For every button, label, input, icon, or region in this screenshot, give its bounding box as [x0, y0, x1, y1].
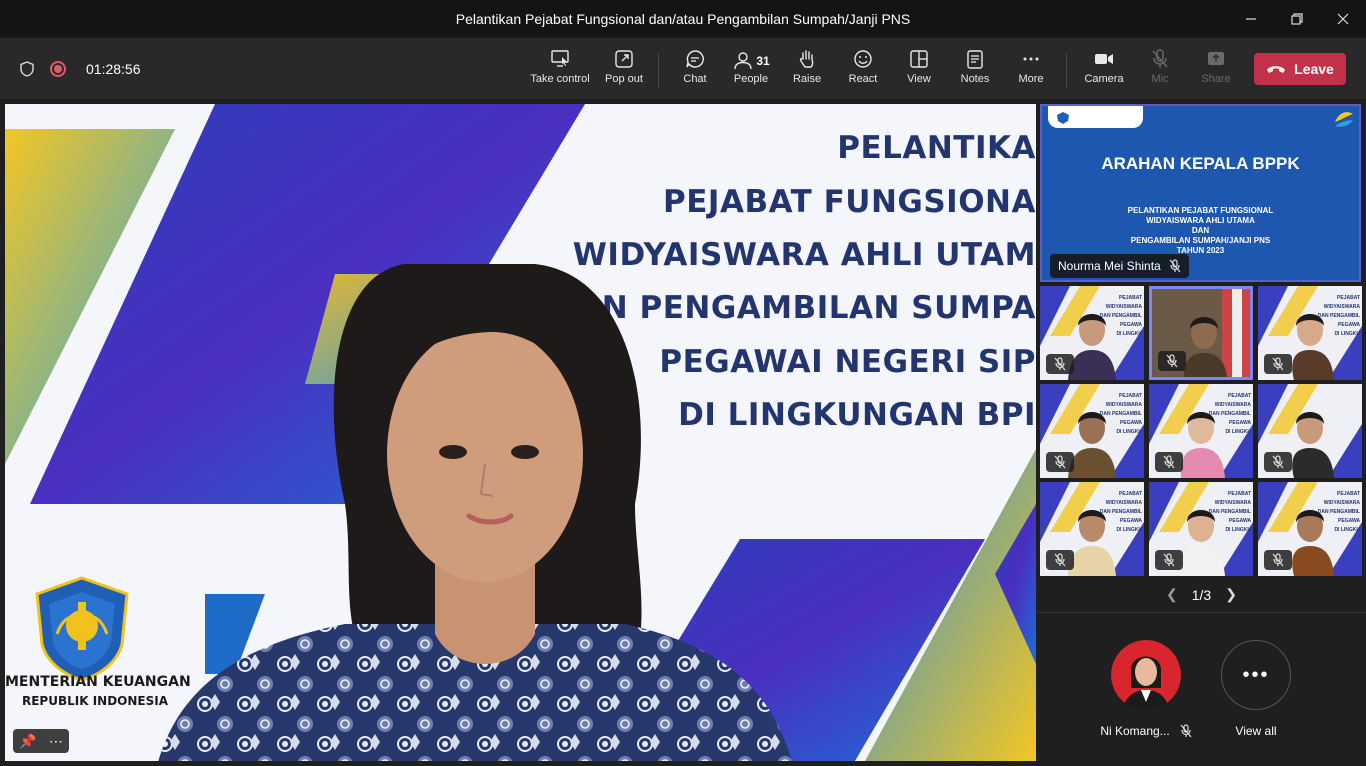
tile-slide-text: PEJABAT WIDYAISWARA DAN PENGAMBIL PEGAWA DI … [1099, 393, 1142, 435]
more-icon[interactable]: ••• [1221, 640, 1291, 710]
chevron-left-icon[interactable]: ❮ [1166, 586, 1178, 603]
mic-off-icon [1158, 351, 1186, 371]
main-video-stage[interactable]: PELANTIKA PEJABAT FUNGSIONA WIDYAISWARA … [5, 104, 1036, 761]
mic-off-icon [1264, 452, 1292, 472]
participant-video-tile[interactable]: PEJABAT WIDYAISWARA DAN PENGAMBIL PEGAWA DI … [1258, 286, 1362, 380]
kemenkeu-emblem [35, 576, 129, 682]
view-button[interactable]: View [891, 48, 947, 94]
mic-off-icon [1180, 724, 1192, 738]
minimize-icon[interactable] [1228, 0, 1274, 38]
hang-up-icon [1267, 66, 1286, 73]
window-controls [1228, 0, 1366, 38]
close-icon[interactable] [1320, 0, 1366, 38]
avatar [1111, 640, 1181, 710]
video-options-pill[interactable]: 📌 ⋯ [13, 729, 69, 753]
shared-content-tile[interactable]: ARAHAN KEPALA BPPK PELANTIKAN PEJABAT FU… [1040, 104, 1361, 282]
participant-video-tile[interactable]: PEJABAT WIDYAISWARA DAN PENGAMBIL PEGAWA DI … [1149, 384, 1253, 478]
shield-icon[interactable] [18, 60, 36, 78]
raise-hand-icon [799, 50, 814, 68]
react-button[interactable]: React [835, 48, 891, 94]
pop-out-icon [615, 50, 633, 68]
participant-video-tile[interactable]: PEJABAT WIDYAISWARA DAN PENGAMBIL PEGAWA DI … [1149, 482, 1253, 576]
grid-view-icon [910, 50, 928, 68]
rail-divider [1036, 612, 1366, 613]
device-controls: Camera Mic Share [1076, 48, 1244, 94]
view-all-card[interactable]: ••• View all [1201, 640, 1311, 738]
mic-off-icon [1264, 550, 1292, 570]
meeting-timer: 01:28:56 [86, 61, 141, 77]
pin-icon[interactable]: 📌 [19, 733, 36, 750]
tile-slide-text: PEJABAT WIDYAISWARA DAN PENGAMBIL PEGAWA DI … [1099, 295, 1142, 337]
participant-grid: PEJABAT WIDYAISWARA DAN PENGAMBIL PEGAWA DI … [1040, 286, 1362, 576]
title-bar: Pelantikan Pejabat Fungsional dan/atau P… [0, 0, 1366, 38]
share-icon [1208, 52, 1224, 65]
participant-video [158, 264, 792, 761]
mic-off-icon [1264, 354, 1292, 374]
participant-rail: ARAHAN KEPALA BPPK PELANTIKAN PEJABAT FU… [1036, 100, 1366, 766]
tile-slide-text: PEJABAT WIDYAISWARA DAN PENGAMBIL PEGAWA DI … [1317, 491, 1360, 533]
participant-avatar-card[interactable]: Ni Komang... [1091, 640, 1201, 738]
people-icon [734, 51, 753, 69]
tile-slide-text: PEJABAT WIDYAISWARA DAN PENGAMBIL PEGAWA DI … [1208, 491, 1251, 533]
participant-video-tile[interactable]: PEJABAT WIDYAISWARA DAN PENGAMBIL PEGAWA DI … [1040, 482, 1144, 576]
ministry-logo [1048, 106, 1143, 128]
gallery-pager: ❮ 1/3 ❯ [1166, 586, 1237, 603]
participant-video-tile[interactable] [1258, 384, 1362, 478]
shared-heading: ARAHAN KEPALA BPPK [1101, 154, 1300, 173]
view-all-label: View all [1235, 724, 1277, 738]
more-icon [1023, 57, 1039, 61]
raise-hand-button[interactable]: Raise [779, 48, 835, 94]
mic-off-icon [1152, 49, 1168, 68]
take-control-icon [551, 50, 569, 67]
toolbar-separator [658, 54, 659, 88]
leave-button[interactable]: Leave [1254, 53, 1346, 85]
pop-out-button[interactable]: Pop out [596, 48, 652, 94]
notes-icon [967, 50, 983, 69]
tile-slide-text: PEJABAT WIDYAISWARA DAN PENGAMBIL PEGAWA DI … [1208, 393, 1251, 435]
mic-off-icon [1155, 550, 1183, 570]
mic-off-icon [1169, 259, 1181, 273]
bppk-logo-icon [1335, 112, 1353, 127]
recording-icon [50, 61, 66, 77]
smiley-icon [854, 50, 872, 68]
presenter-name-tag: Nourma Mei Shinta [1050, 254, 1189, 278]
meeting-controls: Chat 31 People Raise React View Notes Mo… [667, 48, 1059, 94]
page-indicator: 1/3 [1191, 586, 1212, 603]
tile-slide-text: PEJABAT WIDYAISWARA DAN PENGAMBIL PEGAWA DI … [1099, 491, 1142, 533]
shared-subheading: PELANTIKAN PEJABAT FUNGSIONAL WIDYAISWAR… [1127, 206, 1274, 255]
more-button[interactable]: More [1003, 48, 1059, 94]
tile-slide-text: PEJABAT WIDYAISWARA DAN PENGAMBIL PEGAWA DI … [1317, 295, 1360, 337]
slide-line: PELANTIKA [837, 130, 1036, 166]
chat-icon [686, 50, 704, 68]
people-button[interactable]: 31 People [723, 48, 779, 94]
camera-button[interactable]: Camera [1076, 48, 1132, 94]
window-title: Pelantikan Pejabat Fungsional dan/atau P… [455, 11, 911, 27]
participant-video-tile[interactable]: PEJABAT WIDYAISWARA DAN PENGAMBIL PEGAWA DI … [1040, 286, 1144, 380]
mic-off-icon [1155, 452, 1183, 472]
people-icon-group: 31 [732, 48, 770, 73]
chat-button[interactable]: Chat [667, 48, 723, 94]
sharing-controls: Take control Pop out [524, 48, 652, 94]
take-control-button[interactable]: Take control [524, 48, 596, 94]
participant-name: Ni Komang... [1091, 724, 1201, 738]
notes-button[interactable]: Notes [947, 48, 1003, 94]
maximize-icon[interactable] [1274, 0, 1320, 38]
participant-video-tile[interactable] [1149, 286, 1253, 380]
mic-off-icon [1046, 452, 1074, 472]
meeting-toolbar: 01:28:56 Take control Pop out Chat 31 Pe… [0, 38, 1366, 100]
toolbar-separator [1066, 54, 1067, 88]
mic-off-icon [1046, 550, 1074, 570]
mic-off-icon [1046, 354, 1074, 374]
meeting-status: 01:28:56 [18, 38, 141, 100]
more-options-icon[interactable]: ⋯ [49, 733, 63, 750]
mic-button[interactable]: Mic [1132, 48, 1188, 94]
chevron-right-icon[interactable]: ❯ [1225, 586, 1237, 603]
participant-video-tile[interactable]: PEJABAT WIDYAISWARA DAN PENGAMBIL PEGAWA DI … [1258, 482, 1362, 576]
people-count: 31 [756, 53, 770, 68]
participant-video-tile[interactable]: PEJABAT WIDYAISWARA DAN PENGAMBIL PEGAWA DI … [1040, 384, 1144, 478]
camera-icon [1095, 54, 1113, 64]
share-button[interactable]: Share [1188, 48, 1244, 94]
